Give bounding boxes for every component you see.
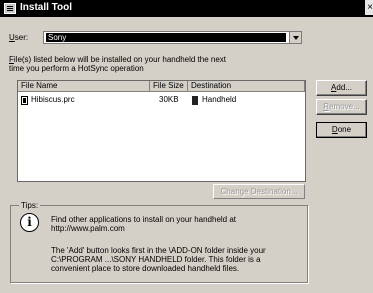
remove-button[interactable]: Remove... bbox=[316, 99, 367, 115]
tips-label: Tips: bbox=[19, 201, 41, 210]
user-select[interactable]: Sony bbox=[43, 31, 302, 44]
done-button[interactable]: Done bbox=[316, 122, 367, 138]
close-icon[interactable]: × bbox=[365, 0, 373, 15]
file-name-cell[interactable]: Hibiscus.prc bbox=[31, 95, 75, 105]
prc-file-icon bbox=[21, 96, 28, 105]
column-header-file-size[interactable]: File Size bbox=[150, 81, 188, 92]
instruction-line-1: File(s) listed below will be installed o… bbox=[9, 55, 227, 64]
file-list[interactable]: File Name File Size Destination Hibiscus… bbox=[17, 80, 306, 182]
chevron-down-icon[interactable] bbox=[289, 32, 301, 43]
tip-line-5: convenient place to store downloaded han… bbox=[51, 264, 240, 273]
title-bar[interactable]: Install Tool × bbox=[0, 0, 373, 17]
info-icon: i bbox=[20, 213, 39, 232]
file-size-cell: 30KB bbox=[159, 95, 179, 104]
add-button[interactable]: Add... bbox=[316, 80, 367, 96]
install-tool-icon bbox=[4, 3, 16, 14]
tip-url: http://www.palm.com bbox=[51, 224, 125, 233]
change-destination-button[interactable]: Change Destination... bbox=[213, 184, 305, 199]
user-label: User: bbox=[9, 33, 29, 42]
user-select-value: Sony bbox=[46, 33, 286, 42]
column-header-file-name[interactable]: File Name bbox=[18, 81, 150, 92]
window-title: Install Tool bbox=[20, 2, 73, 13]
instruction-line-2: time you perform a HotSync operation bbox=[9, 64, 144, 73]
handheld-icon bbox=[192, 96, 198, 105]
destination-cell: Handheld bbox=[202, 95, 237, 104]
column-header-destination[interactable]: Destination bbox=[188, 81, 305, 92]
